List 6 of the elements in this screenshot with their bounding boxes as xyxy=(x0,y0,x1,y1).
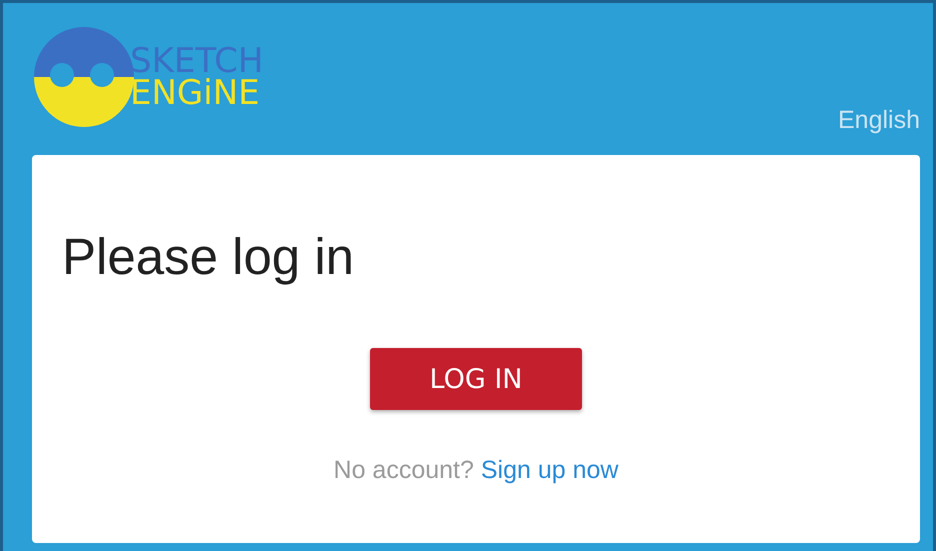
page-title: Please log in xyxy=(62,227,354,286)
signup-prompt: No account? Sign up now xyxy=(334,456,618,485)
logo-text: ENGiNE xyxy=(130,77,261,110)
signup-link[interactable]: Sign up now xyxy=(480,456,618,484)
login-button[interactable]: LOG IN xyxy=(370,348,582,410)
language-link[interactable]: English xyxy=(838,106,920,135)
